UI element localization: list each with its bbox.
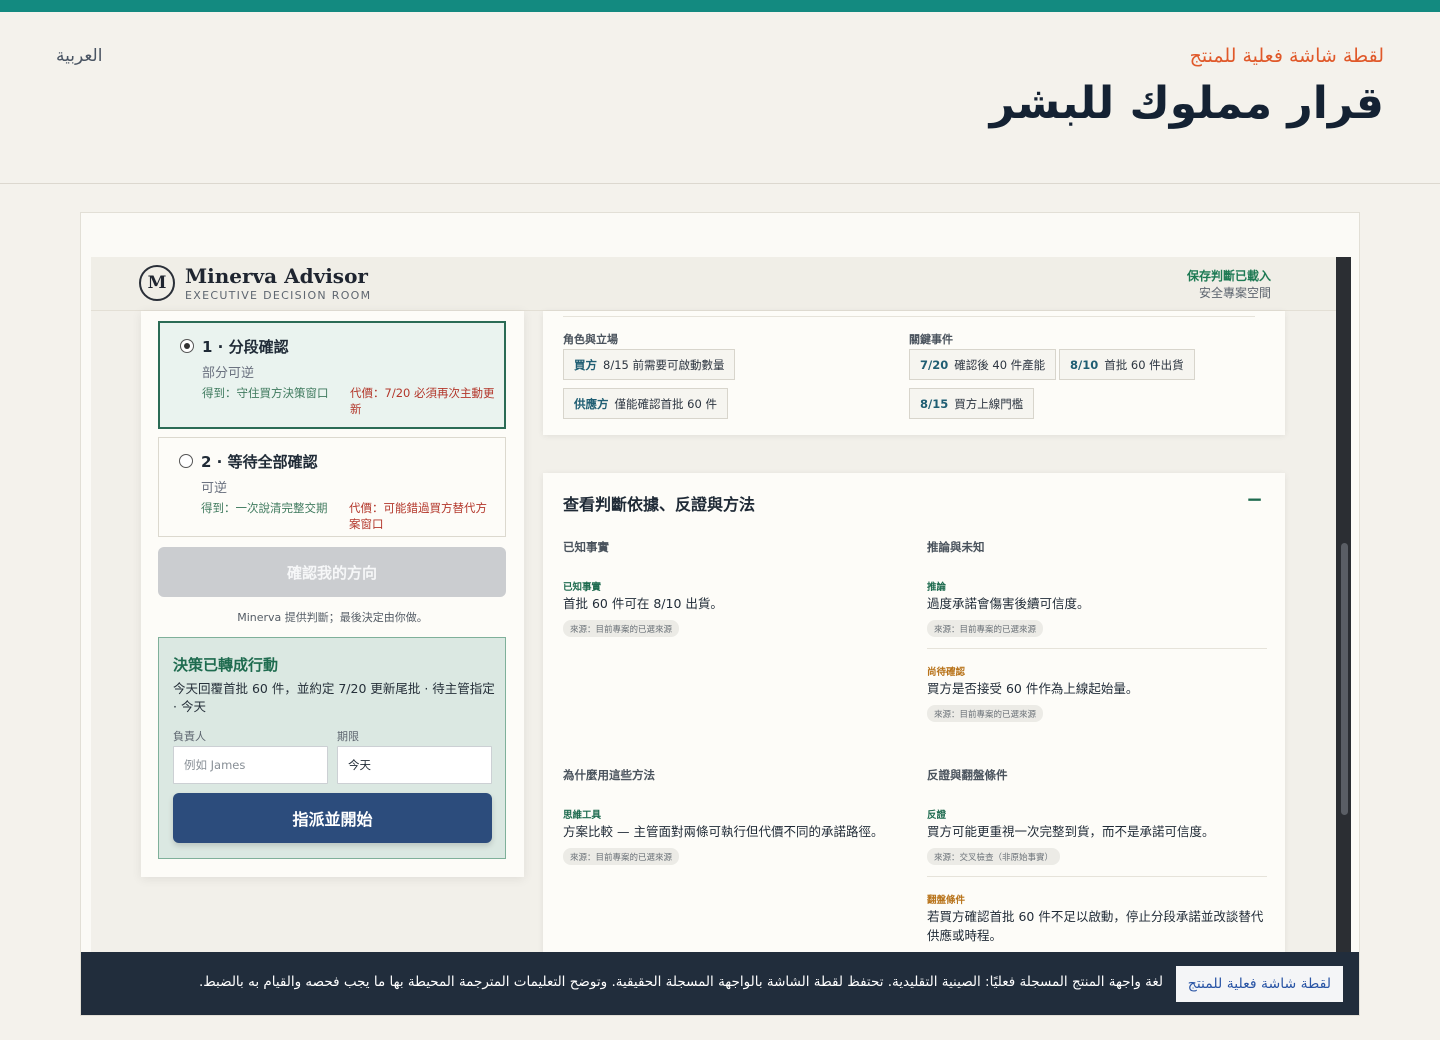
role-chip-who: 供應方 (574, 396, 609, 411)
inference-heading: 推論與未知 (927, 540, 985, 554)
counter-heading: 反證與翻盤條件 (927, 768, 1008, 782)
method-heading: 為什麼用這些方法 (563, 768, 655, 782)
pending-tag: 尚待確認 (927, 667, 966, 678)
option-gain: 得到：一次說清完整交期 (201, 501, 328, 515)
evidence-card: 查看判斷依據、反證與方法 − 已知事實 已知事實 首批 60 件可在 8/10 … (543, 473, 1285, 1015)
roles-heading: 角色與立場 (563, 333, 618, 346)
event-chip: 8/10 首批 60 件出貨 (1059, 349, 1195, 380)
inference-source: 來源：目前專案的已選來源 (927, 620, 1044, 637)
product-screenshot: M Minerva Advisor EXECUTIVE DECISION ROO… (91, 257, 1351, 1015)
language-switch-link[interactable]: العربية (56, 46, 102, 66)
banner-text: لغة واجهة المنتج المسجلة فعليًا: الصينية… (198, 974, 1163, 990)
event-chip: 8/15 買方上線門檻 (909, 388, 1035, 419)
option-card-staged-confirm[interactable]: 1 · 分段確認 部分可逆 得到：守住買方決策窗口 代價：7/20 必須再次主動… (158, 321, 506, 429)
option-subtitle: 部分可逆 (202, 366, 255, 381)
app-header: M Minerva Advisor EXECUTIVE DECISION ROO… (91, 257, 1336, 311)
method-tag: 思維工具 (563, 810, 602, 821)
known-tag: 已知事實 (563, 582, 602, 593)
role-chip: 買方 8/15 前需要可啟動數量 (563, 349, 736, 380)
option-card-wait-all[interactable]: 2 · 等待全部確認 可逆 得到：一次說清完整交期 代價：可能錯過買方替代方案窗… (158, 437, 506, 537)
method-source: 來源：目前專案的已選來源 (563, 848, 680, 865)
events-heading: 關鍵事件 (909, 333, 953, 346)
minerva-note: Minerva 提供判斷；最後決定由你做。 (237, 611, 428, 624)
action-description: 今天回覆首批 60 件，並約定 7/20 更新尾批 · 待主管指定 · 今天 (173, 681, 495, 714)
option-title: 1 · 分段確認 (202, 338, 289, 356)
assign-and-start-button[interactable]: 指派並開始 (173, 793, 492, 843)
page-eyebrow: لقطة شاشة فعلية للمنتج (1189, 45, 1384, 67)
due-label: 期限 (337, 730, 359, 743)
confirm-direction-button[interactable]: 確認我的方向 (158, 547, 506, 597)
event-chip-text: 確認後 40 件產能 (954, 357, 1046, 372)
owner-label: 負責人 (173, 730, 206, 743)
header-divider (0, 183, 1440, 184)
inference-text: 過度承諾會傷害後續可信度。 (927, 596, 1090, 611)
counter-tag: 反證 (927, 810, 947, 821)
scrollbar[interactable] (1336, 257, 1351, 1015)
event-chip: 7/20 確認後 40 件產能 (909, 349, 1057, 380)
page-title: قرار مملوك للبشر (989, 78, 1384, 129)
role-chip-text: 僅能確認首批 60 件 (614, 396, 717, 411)
action-title: 決策已轉成行動 (173, 656, 279, 674)
brand-subtitle: EXECUTIVE DECISION ROOM (185, 289, 372, 302)
saved-status: 保存判斷已載入 (1186, 269, 1271, 283)
known-source: 來源：目前專案的已選來源 (563, 620, 680, 637)
workspace-label: 安全專案空間 (1198, 286, 1271, 300)
flip-text: 若買方確認首批 60 件不足以啟動，停止分段承諾並改談替代供應或時程。 (927, 909, 1264, 943)
item-divider (927, 876, 1267, 877)
flip-tag: 翻盤條件 (927, 895, 966, 906)
radio-unselected-icon[interactable] (179, 454, 193, 468)
top-accent-bar (0, 0, 1440, 12)
option-gain: 得到：守住買方決策窗口 (202, 386, 329, 400)
event-chip-date: 8/10 (1070, 357, 1099, 372)
option-title: 2 · 等待全部確認 (201, 453, 318, 471)
event-chip-text: 買方上線門檻 (954, 396, 1024, 411)
role-chip: 供應方 僅能確認首批 60 件 (563, 388, 728, 419)
event-chip-text: 首批 60 件出貨 (1104, 357, 1184, 372)
event-chip-date: 8/15 (920, 396, 949, 411)
radio-selected-icon[interactable] (180, 339, 194, 353)
pending-source: 來源：目前專案的已選來源 (927, 705, 1044, 722)
known-text: 首批 60 件可在 8/10 出貨。 (563, 596, 723, 611)
brand-name: Minerva Advisor (185, 264, 368, 288)
owner-input[interactable] (173, 746, 328, 784)
screenshot-frame: M Minerva Advisor EXECUTIVE DECISION ROO… (80, 212, 1360, 1016)
option-subtitle: 可逆 (201, 481, 228, 496)
option-cost: 代價：7/20 必須再次主動更新 (350, 386, 495, 416)
decision-panel: 1 · 分段確認 部分可逆 得到：守住買方決策窗口 代價：7/20 必須再次主動… (141, 311, 524, 877)
pending-text: 買方是否接受 60 件作為上線起始量。 (927, 681, 1139, 696)
minerva-logo-icon: M (139, 265, 175, 301)
screenshot-badge: لقطة شاشة فعلية للمنتج (1175, 966, 1343, 1002)
item-divider (927, 648, 1267, 649)
language-notice-banner: لقطة شاشة فعلية للمنتج لغة واجهة المنتج … (81, 952, 1359, 1015)
scrollbar-thumb[interactable] (1341, 543, 1348, 815)
event-chip-date: 7/20 (920, 357, 949, 372)
option-cost: 代價：可能錯過買方替代方案窗口 (349, 501, 487, 531)
role-chip-who: 買方 (574, 357, 597, 372)
counter-source: 來源：交叉檢查（非原始事實） (927, 848, 1061, 865)
due-input[interactable] (337, 746, 492, 784)
counter-text: 買方可能更重視一次完整到貨，而不是承諾可信度。 (927, 824, 1215, 839)
known-heading: 已知事實 (563, 540, 609, 554)
minus-icon[interactable]: − (1246, 487, 1263, 511)
method-text: 方案比較 — 主管面對兩條可執行但代價不同的承諾路徑。 (563, 824, 884, 839)
role-chip-text: 8/15 前需要可啟動數量 (603, 357, 725, 372)
evidence-title[interactable]: 查看判斷依據、反證與方法 (563, 491, 755, 515)
action-card: 決策已轉成行動 今天回覆首批 60 件，並約定 7/20 更新尾批 · 待主管指… (158, 637, 506, 859)
inference-tag: 推論 (927, 582, 947, 593)
card-divider (563, 316, 1255, 317)
roles-events-card: 角色與立場 關鍵事件 買方 8/15 前需要可啟動數量 供應方 僅能確認首批 60 … (543, 311, 1285, 435)
